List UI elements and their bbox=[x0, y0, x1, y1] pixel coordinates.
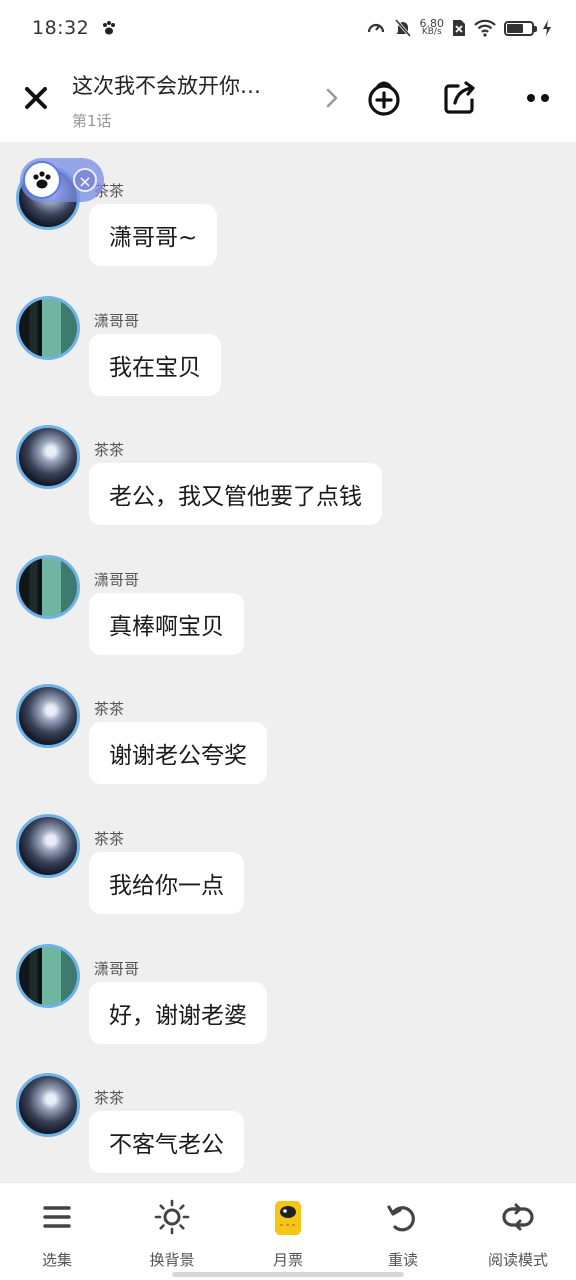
sender-name: 茶茶 bbox=[94, 1089, 125, 1107]
sender-name: 潇哥哥 bbox=[94, 312, 140, 330]
share-icon[interactable] bbox=[438, 76, 482, 120]
reading-mode-icon bbox=[502, 1203, 534, 1231]
message-row: 潇哥哥 好，谢谢老婆 bbox=[0, 936, 576, 1066]
bottom-toolbar: 选集 换背景 月票 重读 阅读模式 bbox=[0, 1182, 576, 1280]
battery-fill bbox=[507, 23, 523, 33]
avatar[interactable] bbox=[16, 684, 80, 748]
message-bubble: 潇哥哥~ bbox=[89, 204, 218, 266]
status-bar: 18:32 6.80 KB/s bbox=[0, 0, 576, 56]
avatar[interactable] bbox=[16, 296, 80, 360]
message-row: 潇哥哥 真棒啊宝贝 bbox=[0, 547, 576, 677]
sim-none-icon bbox=[453, 20, 465, 36]
sun-icon bbox=[154, 1199, 190, 1235]
message-bubble: 谢谢老公夸奖 bbox=[89, 722, 267, 784]
message-row: 茶茶 不客气老公 bbox=[0, 1065, 576, 1182]
paw-notification-icon bbox=[103, 21, 116, 35]
message-bubble: 真棒啊宝贝 bbox=[89, 593, 244, 655]
nav-label: 选集 bbox=[41, 1251, 72, 1269]
message-bubble: 老公，我又管他要了点钱 bbox=[89, 463, 382, 525]
message-bubble: 我在宝贝 bbox=[89, 334, 221, 396]
message-row: 茶茶 我给你一点 bbox=[0, 806, 576, 936]
close-icon[interactable] bbox=[20, 82, 52, 114]
avatar[interactable] bbox=[16, 1073, 80, 1137]
nav-reading-mode-button[interactable]: 阅读模式 bbox=[463, 1197, 573, 1270]
message-bubble: 不客气老公 bbox=[89, 1111, 244, 1173]
status-right: 6.80 KB/s bbox=[366, 18, 553, 38]
sender-name: 茶茶 bbox=[94, 830, 125, 848]
reader-header: 这次我不会放开你… 第1话 bbox=[0, 56, 576, 142]
charging-icon bbox=[543, 20, 551, 36]
avatar[interactable] bbox=[16, 814, 80, 878]
avatar[interactable] bbox=[16, 944, 80, 1008]
sender-name: 茶茶 bbox=[94, 700, 125, 718]
speedometer-icon bbox=[367, 23, 384, 33]
net-speed-unit: KB/s bbox=[421, 27, 442, 37]
sender-name: 潇哥哥 bbox=[94, 571, 140, 589]
nav-label: 月票 bbox=[272, 1251, 303, 1269]
home-indicator[interactable] bbox=[172, 1272, 404, 1277]
nav-change-background-button[interactable]: 换背景 bbox=[117, 1197, 227, 1270]
title-block[interactable]: 这次我不会放开你… 第1话 bbox=[72, 70, 312, 131]
nav-monthly-ticket-button[interactable]: 月票 bbox=[233, 1197, 343, 1270]
episode-label: 第1话 bbox=[72, 112, 112, 130]
story-title[interactable]: 这次我不会放开你… bbox=[72, 70, 312, 100]
chat-area[interactable]: 茶茶 潇哥哥~ 潇哥哥 我在宝贝 茶茶 老公，我又管他要了点钱 潇哥哥 真棒啊宝… bbox=[0, 142, 576, 1182]
nav-reread-button[interactable]: 重读 bbox=[348, 1197, 458, 1270]
paw-icon bbox=[33, 171, 51, 189]
status-left: 18:32 bbox=[32, 17, 117, 39]
message-row: 潇哥哥 我在宝贝 bbox=[0, 288, 576, 418]
avatar[interactable] bbox=[16, 425, 80, 489]
sender-name: 潇哥哥 bbox=[94, 960, 140, 978]
add-to-shelf-icon[interactable] bbox=[362, 76, 406, 120]
battery-icon bbox=[504, 20, 537, 36]
message-row: 茶茶 老公，我又管他要了点钱 bbox=[0, 417, 576, 547]
message-bubble: 好，谢谢老婆 bbox=[89, 982, 267, 1044]
nav-label: 换背景 bbox=[149, 1251, 195, 1269]
floating-widget-close-icon[interactable]: × bbox=[73, 168, 97, 192]
list-icon bbox=[43, 1206, 71, 1228]
mute-bell-icon bbox=[394, 19, 411, 37]
floating-widget-avatar[interactable] bbox=[23, 161, 61, 199]
sender-name: 茶茶 bbox=[94, 441, 125, 459]
net-speed: 6.80 KB/s bbox=[420, 18, 445, 37]
nav-episodes-button[interactable]: 选集 bbox=[2, 1197, 112, 1270]
reread-icon bbox=[387, 1205, 415, 1232]
nav-label: 阅读模式 bbox=[487, 1251, 548, 1269]
chevron-right-icon[interactable] bbox=[320, 84, 344, 112]
monthly-ticket-icon bbox=[275, 1201, 301, 1235]
nav-label: 重读 bbox=[387, 1251, 418, 1269]
more-icon[interactable] bbox=[516, 76, 560, 120]
message-bubble: 我给你一点 bbox=[89, 852, 244, 914]
message-row: 茶茶 谢谢老公夸奖 bbox=[0, 676, 576, 806]
status-time: 18:32 bbox=[32, 17, 90, 39]
avatar[interactable] bbox=[16, 555, 80, 619]
wifi-icon bbox=[474, 19, 496, 37]
